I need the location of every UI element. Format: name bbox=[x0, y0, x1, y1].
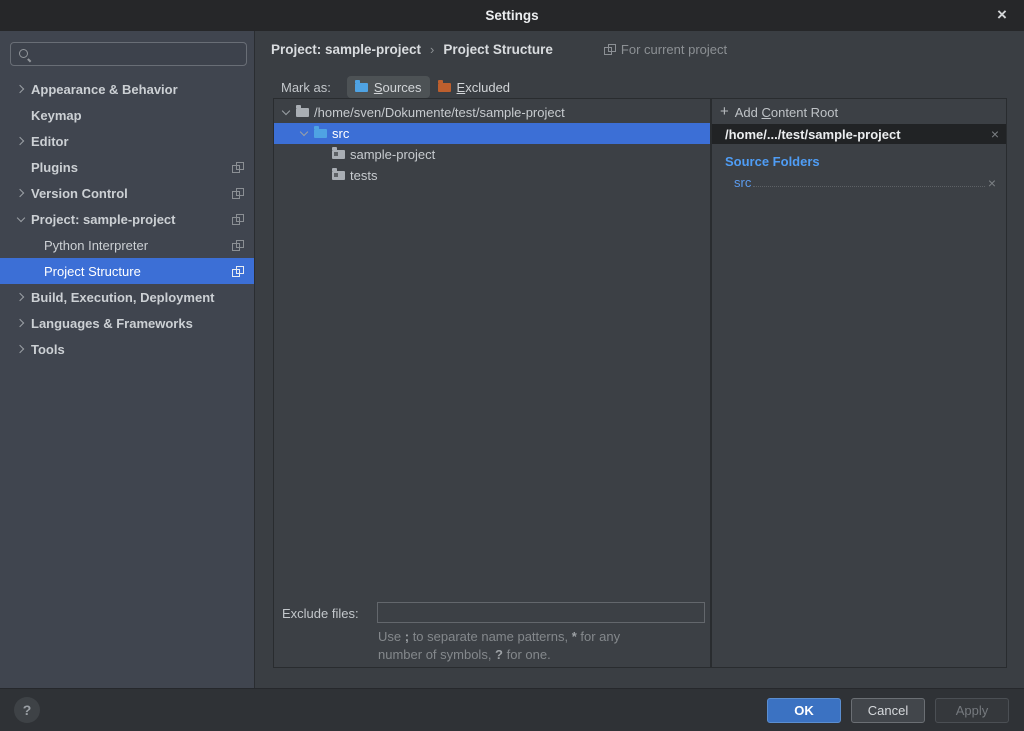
breadcrumb-separator-icon: › bbox=[430, 42, 434, 57]
sidebar-item-plugins[interactable]: Plugins bbox=[0, 154, 254, 180]
mark-as-label: Mark as: bbox=[281, 80, 331, 95]
sidebar-item-tools[interactable]: Tools bbox=[0, 336, 254, 362]
project-level-icon bbox=[232, 188, 243, 199]
chevron-right-icon[interactable] bbox=[16, 319, 24, 327]
project-level-icon bbox=[232, 162, 243, 173]
project-level-icon bbox=[604, 44, 615, 55]
chevron-right-icon[interactable] bbox=[16, 189, 24, 197]
project-tree: /home/sven/Dokumente/test/sample-project… bbox=[274, 102, 710, 186]
scope-label: For current project bbox=[621, 42, 727, 57]
help-icon: ? bbox=[23, 702, 32, 718]
sidebar-item-keymap[interactable]: Keymap bbox=[0, 102, 254, 128]
tree-row-tests[interactable]: tests bbox=[274, 165, 710, 186]
ok-button[interactable]: OK bbox=[767, 698, 841, 723]
sidebar-item-project-structure[interactable]: Project Structure bbox=[0, 258, 254, 284]
sidebar-item-label: Tools bbox=[31, 342, 65, 357]
breadcrumb-page: Project Structure bbox=[443, 42, 553, 57]
chevron-right-icon[interactable] bbox=[16, 137, 24, 145]
scope-indicator: For current project bbox=[604, 42, 727, 57]
sidebar-item-project-sample-project[interactable]: Project: sample-project bbox=[0, 206, 254, 232]
tree-row-label: sample-project bbox=[350, 147, 435, 162]
chevron-down-icon[interactable] bbox=[17, 213, 25, 221]
mark-sources-button[interactable]: Sources bbox=[347, 76, 430, 98]
exclude-hint-line1: Use ; to separate name patterns, * for a… bbox=[378, 629, 620, 644]
project-tree-panel: /home/sven/Dokumente/test/sample-project… bbox=[273, 98, 711, 668]
sidebar-item-label: Keymap bbox=[31, 108, 82, 123]
sidebar-item-label: Languages & Frameworks bbox=[31, 316, 193, 331]
content-root-panel: + Add Content Root /home/.../test/sample… bbox=[711, 98, 1007, 668]
tree-row-label: /home/sven/Dokumente/test/sample-project bbox=[314, 105, 565, 120]
sidebar-item-languages-frameworks[interactable]: Languages & Frameworks bbox=[0, 310, 254, 336]
folder-icon bbox=[332, 150, 345, 159]
sidebar-item-label: Version Control bbox=[31, 186, 128, 201]
close-icon[interactable]: × bbox=[990, 3, 1014, 27]
content-root-path: /home/.../test/sample-project bbox=[725, 127, 991, 142]
sidebar-item-label: Python Interpreter bbox=[44, 238, 148, 253]
mark-as-row: Mark as: Sources Excluded bbox=[281, 76, 518, 98]
chevron-right-icon[interactable] bbox=[16, 85, 24, 93]
breadcrumb: Project: sample-project › Project Struct… bbox=[271, 39, 727, 59]
sidebar-item-label: Plugins bbox=[31, 160, 78, 175]
source-folder-row[interactable]: src × bbox=[712, 172, 1006, 191]
footer-buttons: OK Cancel Apply bbox=[767, 698, 1009, 723]
sidebar-item-label: Editor bbox=[31, 134, 69, 149]
project-level-icon bbox=[232, 266, 243, 277]
source-folders-heading: Source Folders bbox=[725, 154, 820, 169]
sidebar-list: Appearance & Behavior Keymap Editor Plug… bbox=[0, 76, 254, 362]
tree-row-sample-project[interactable]: sample-project bbox=[274, 144, 710, 165]
add-content-root-label: Add Content Root bbox=[735, 105, 838, 120]
folder-icon bbox=[296, 108, 309, 117]
source-folder-icon bbox=[314, 129, 327, 138]
tree-row-src[interactable]: src bbox=[274, 123, 710, 144]
sidebar-item-appearance-behavior[interactable]: Appearance & Behavior bbox=[0, 76, 254, 102]
tree-row-label: src bbox=[332, 126, 349, 141]
search-input[interactable] bbox=[35, 47, 246, 62]
mark-excluded-label: Excluded bbox=[457, 80, 510, 95]
add-content-root-button[interactable]: + Add Content Root bbox=[712, 102, 1006, 122]
excluded-folder-icon bbox=[438, 83, 451, 92]
add-icon: + bbox=[720, 104, 729, 119]
chevron-right-icon[interactable] bbox=[16, 293, 24, 301]
search-icon bbox=[17, 47, 31, 61]
project-level-icon bbox=[232, 240, 243, 251]
chevron-down-icon[interactable] bbox=[282, 107, 290, 115]
sidebar-item-label: Project: sample-project bbox=[31, 212, 176, 227]
settings-sidebar: Appearance & Behavior Keymap Editor Plug… bbox=[0, 31, 255, 688]
search-box[interactable] bbox=[10, 42, 247, 66]
mark-sources-label: Sources bbox=[374, 80, 422, 95]
dotted-leader bbox=[753, 186, 984, 187]
sidebar-item-label: Project Structure bbox=[44, 264, 141, 279]
sources-folder-icon bbox=[355, 83, 368, 92]
dialog-title: Settings bbox=[485, 8, 538, 23]
chevron-down-icon[interactable] bbox=[300, 128, 308, 136]
tree-row-label: tests bbox=[350, 168, 377, 183]
folder-icon bbox=[332, 171, 345, 180]
sidebar-item-build-execution-deployment[interactable]: Build, Execution, Deployment bbox=[0, 284, 254, 310]
exclude-files-input[interactable] bbox=[377, 602, 705, 623]
apply-button[interactable]: Apply bbox=[935, 698, 1009, 723]
dialog-titlebar: Settings × bbox=[0, 0, 1024, 31]
chevron-right-icon[interactable] bbox=[16, 345, 24, 353]
content-root-row[interactable]: /home/.../test/sample-project × bbox=[712, 124, 1006, 144]
sidebar-item-version-control[interactable]: Version Control bbox=[0, 180, 254, 206]
tree-row-content-root[interactable]: /home/sven/Dokumente/test/sample-project bbox=[274, 102, 710, 123]
exclude-hint-line2: number of symbols, ? for one. bbox=[378, 647, 551, 662]
project-level-icon bbox=[232, 214, 243, 225]
sidebar-item-editor[interactable]: Editor bbox=[0, 128, 254, 154]
remove-content-root-icon[interactable]: × bbox=[991, 126, 999, 142]
remove-source-folder-icon[interactable]: × bbox=[988, 175, 996, 191]
sidebar-item-label: Build, Execution, Deployment bbox=[31, 290, 214, 305]
dialog-footer: ? OK Cancel Apply bbox=[0, 688, 1024, 731]
main-content: Project: sample-project › Project Struct… bbox=[255, 31, 1024, 688]
exclude-files-label: Exclude files: bbox=[282, 606, 359, 621]
sidebar-item-python-interpreter[interactable]: Python Interpreter bbox=[0, 232, 254, 258]
mark-excluded-button[interactable]: Excluded bbox=[430, 76, 518, 98]
sidebar-item-label: Appearance & Behavior bbox=[31, 82, 178, 97]
help-button[interactable]: ? bbox=[14, 697, 40, 723]
cancel-button[interactable]: Cancel bbox=[851, 698, 925, 723]
breadcrumb-project: Project: sample-project bbox=[271, 42, 421, 57]
source-folder-name: src bbox=[734, 174, 751, 191]
